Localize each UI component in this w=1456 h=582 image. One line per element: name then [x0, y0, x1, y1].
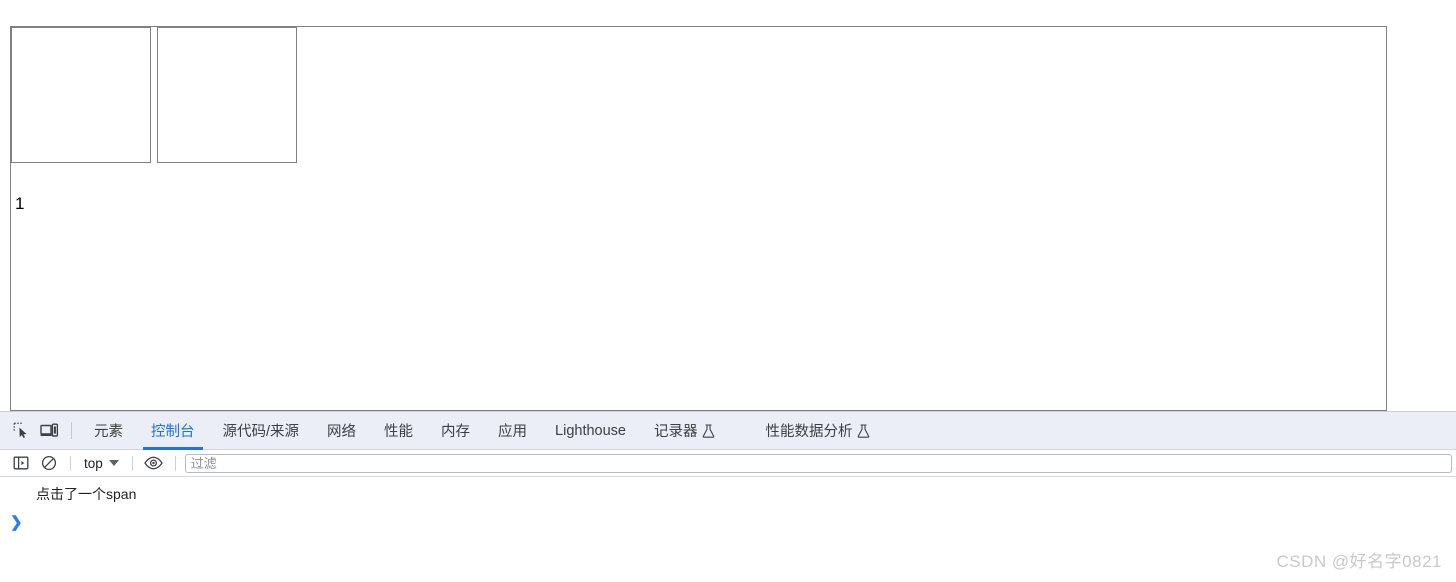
tab-network[interactable]: 网络 — [313, 412, 370, 450]
console-input-prompt[interactable]: ❯ — [0, 511, 1456, 533]
console-toolbar-divider-1 — [70, 455, 71, 471]
clear-console-icon[interactable] — [35, 449, 63, 477]
tab-network-label: 网络 — [327, 424, 357, 440]
tab-console[interactable]: 控制台 — [137, 412, 209, 450]
console-sidebar-icon[interactable] — [7, 449, 35, 477]
prompt-chevron-icon: ❯ — [10, 513, 23, 531]
device-toolbar-icon[interactable] — [35, 417, 63, 445]
browser-window: 1 元素 控制台 源代码/来源 网络 性能 内存 应用 Lighthouse 记… — [0, 0, 1456, 582]
page-viewport: 1 — [10, 26, 1387, 411]
tab-memory[interactable]: 内存 — [427, 412, 484, 450]
tabbar-divider — [71, 422, 72, 439]
tab-elements-label: 元素 — [94, 424, 123, 440]
experimental-flask-icon — [702, 423, 715, 438]
tab-sources-label: 源代码/来源 — [222, 424, 300, 440]
tab-performance[interactable]: 性能 — [370, 412, 427, 450]
devtools-tab-list: 元素 控制台 源代码/来源 网络 性能 内存 应用 Lighthouse 记录器… — [80, 412, 884, 450]
demo-boxes-row — [11, 27, 297, 163]
demo-box-1[interactable] — [11, 27, 151, 163]
devtools-tabbar: 元素 控制台 源代码/来源 网络 性能 内存 应用 Lighthouse 记录器… — [0, 412, 1456, 450]
tab-elements[interactable]: 元素 — [80, 412, 137, 450]
console-toolbar: top — [0, 450, 1456, 477]
inspect-element-icon[interactable] — [7, 417, 35, 445]
context-selector-value: top — [84, 455, 103, 471]
tab-performance-insights-label: 性能数据分析 — [765, 424, 853, 440]
tab-memory-label: 内存 — [441, 424, 471, 440]
console-toolbar-divider-2 — [131, 455, 133, 471]
live-expression-eye-icon[interactable] — [140, 449, 168, 477]
tab-application-label: 应用 — [498, 424, 528, 440]
experimental-flask-icon-2 — [857, 423, 870, 438]
page-counter-text: 1 — [15, 194, 25, 213]
tab-console-label: 控制台 — [151, 424, 195, 440]
console-command-input[interactable] — [23, 513, 1456, 531]
tab-application[interactable]: 应用 — [484, 412, 541, 450]
tab-performance-insights[interactable]: 性能数据分析 — [751, 412, 884, 450]
devtools-panel: 元素 控制台 源代码/来源 网络 性能 内存 应用 Lighthouse 记录器… — [0, 411, 1456, 582]
tab-sources[interactable]: 源代码/来源 — [209, 412, 314, 450]
javascript-context-selector[interactable]: top — [78, 453, 125, 474]
tab-recorder-label: 记录器 — [653, 424, 698, 440]
tab-performance-label: 性能 — [384, 424, 414, 440]
chevron-down-icon — [108, 460, 119, 466]
tab-lighthouse-label: Lighthouse — [555, 422, 626, 439]
console-filter-input[interactable] — [184, 453, 1452, 473]
console-log-text: 点击了一个span — [36, 485, 137, 502]
tab-recorder[interactable]: 记录器 — [640, 412, 730, 450]
console-toolbar-divider-3 — [174, 455, 176, 471]
console-log-message: 点击了一个span — [0, 483, 1456, 505]
console-output-area[interactable]: 点击了一个span ❯ — [0, 477, 1456, 582]
csdn-watermark: CSDN @好名字0821 — [1276, 552, 1442, 571]
tab-lighthouse[interactable]: Lighthouse — [541, 412, 640, 450]
demo-box-2[interactable] — [157, 27, 297, 163]
